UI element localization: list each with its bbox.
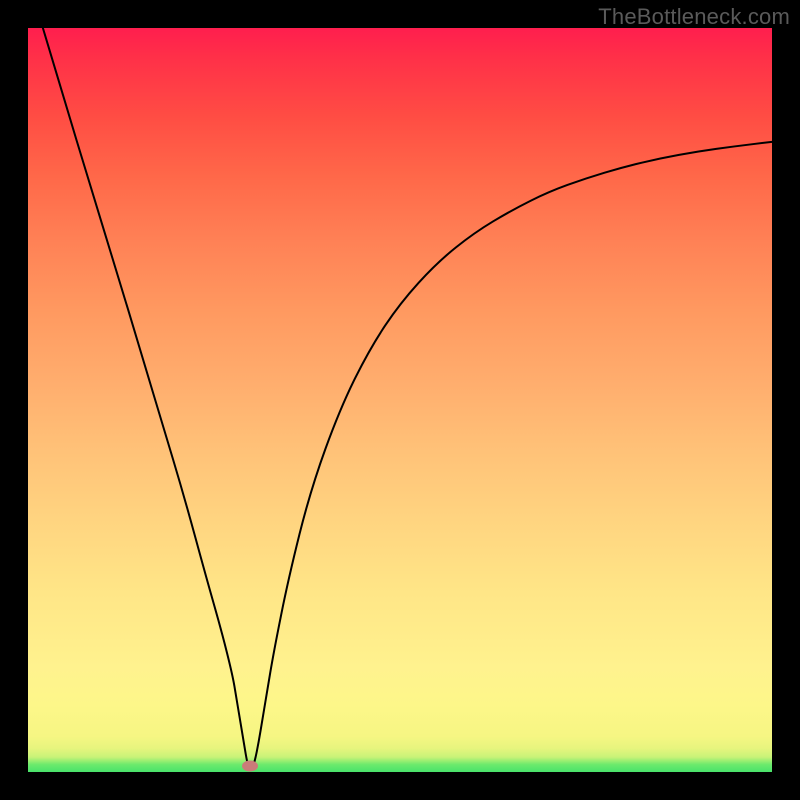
bottleneck-curve <box>43 28 772 770</box>
watermark-text: TheBottleneck.com <box>598 4 790 30</box>
curve-svg <box>28 28 772 772</box>
minimum-marker <box>242 761 258 772</box>
chart-frame: TheBottleneck.com <box>0 0 800 800</box>
plot-area <box>28 28 772 772</box>
